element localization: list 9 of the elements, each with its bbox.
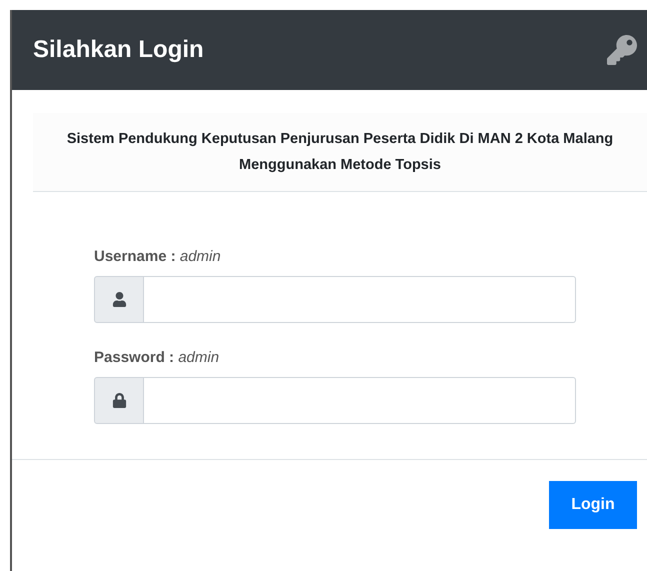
- password-field[interactable]: [144, 377, 576, 424]
- login-button[interactable]: Login: [549, 481, 637, 529]
- user-icon: [112, 292, 126, 307]
- username-field[interactable]: [144, 276, 576, 323]
- lock-icon: [112, 393, 126, 408]
- card-title: Silahkan Login: [33, 36, 204, 64]
- field-label: Username : admin: [94, 248, 222, 265]
- field-label: Password : admin: [94, 349, 220, 366]
- key-icon: [607, 35, 637, 65]
